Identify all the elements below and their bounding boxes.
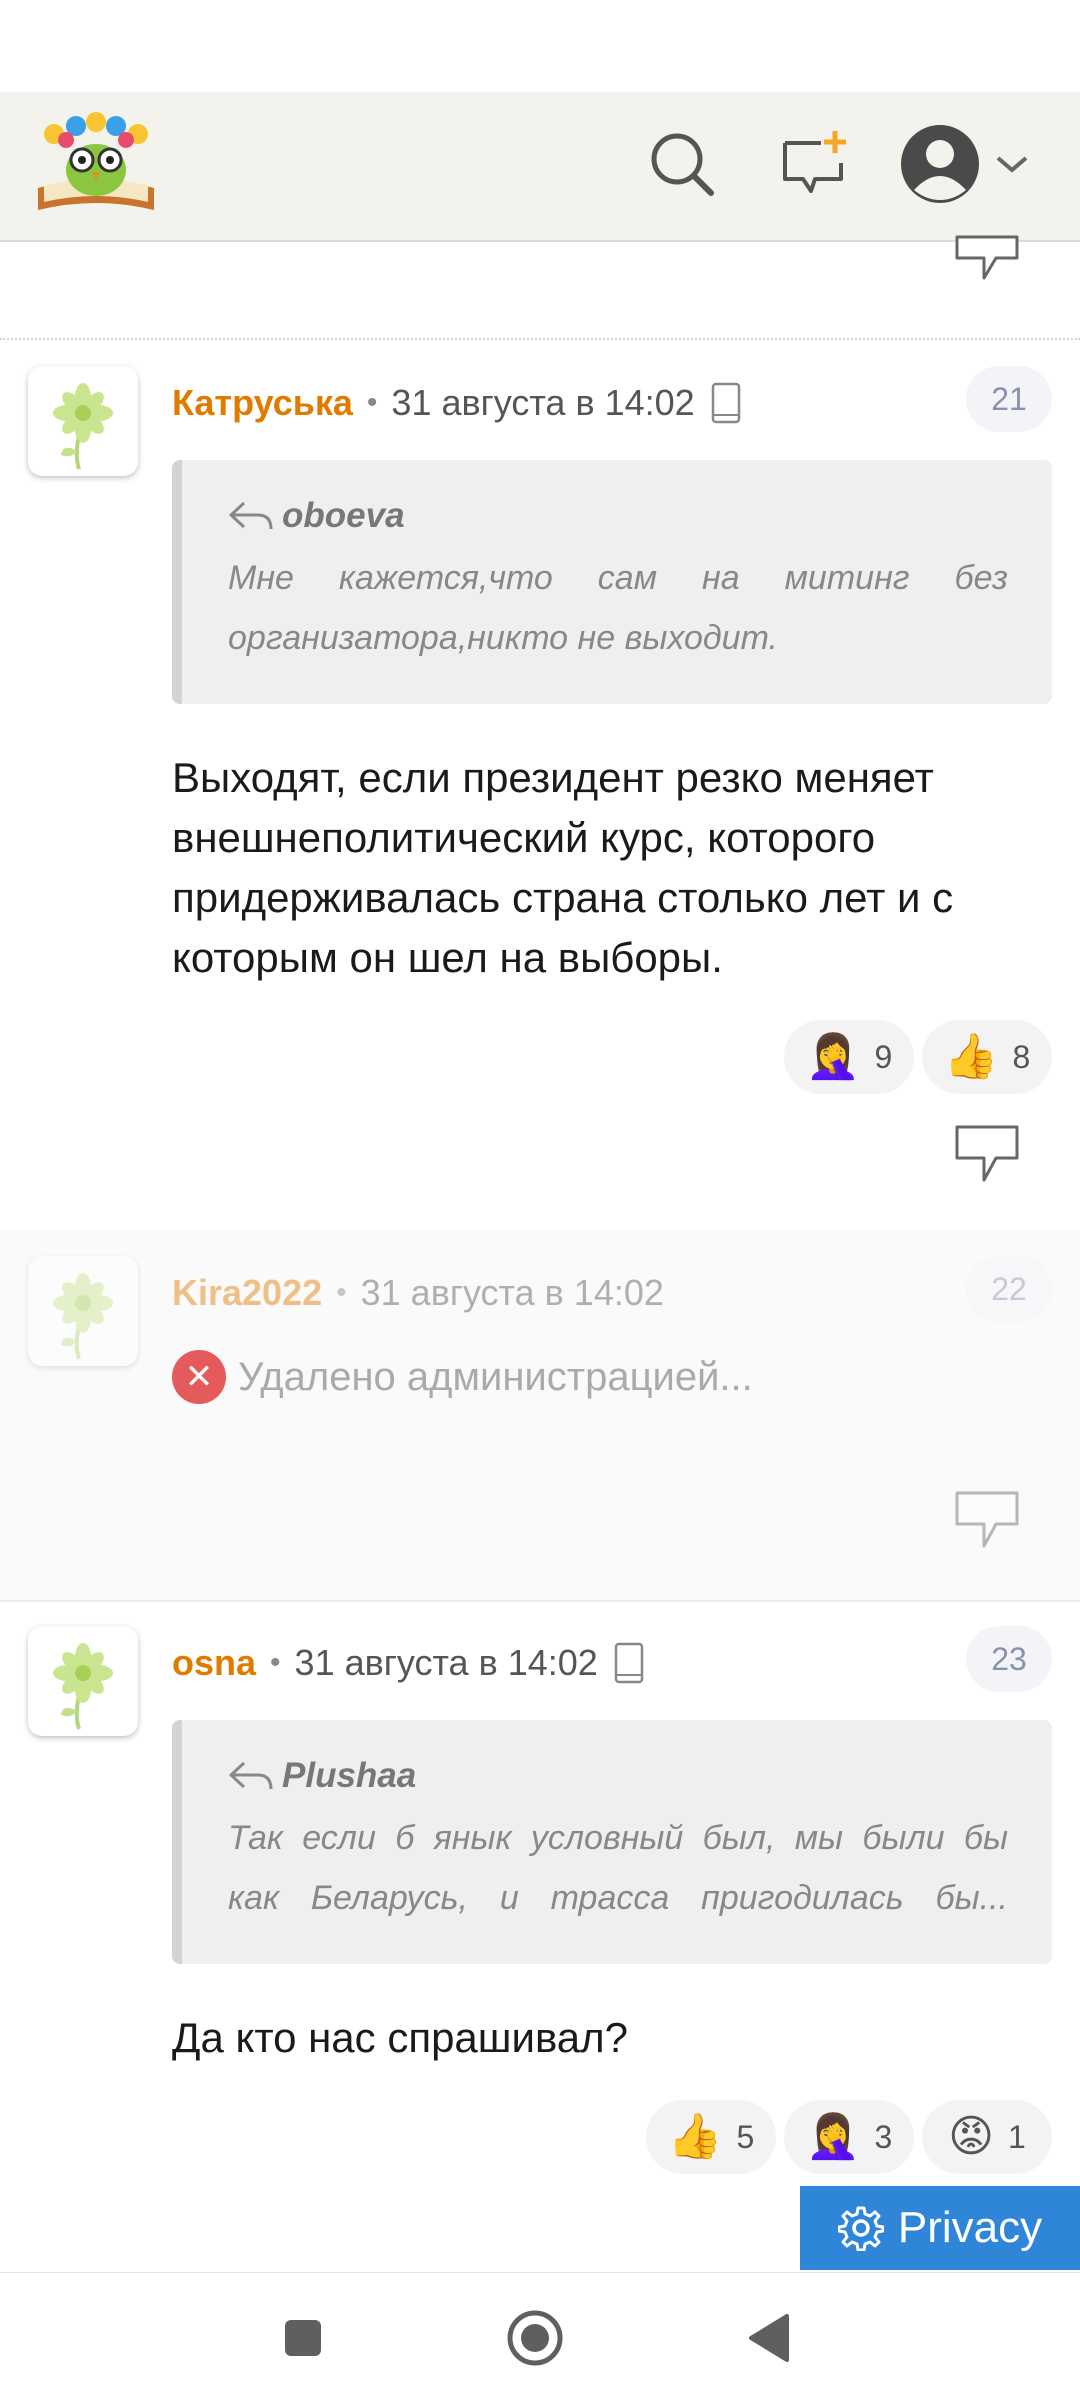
- comment-number[interactable]: 22: [966, 1256, 1052, 1322]
- chevron-down-icon: [996, 156, 1028, 173]
- quote-block: oboeva Мне кажется,что сам на митинг без…: [172, 460, 1052, 704]
- deleted-x-icon: ✕: [172, 1350, 226, 1404]
- quote-author: oboeva: [228, 496, 1008, 536]
- quote-author-name: Plushaa: [282, 1756, 417, 1795]
- body-line: внешнеполитический курс, которого: [172, 814, 876, 861]
- reaction-thumbs-up[interactable]: 👍 5: [646, 2100, 776, 2174]
- deleted-notice: ✕ Удалено администрацией...: [172, 1350, 753, 1404]
- body-line: которым он шел на выборы.: [172, 934, 723, 981]
- reaction-facepalm[interactable]: 🤦‍♀️ 9: [784, 1020, 914, 1094]
- reply-arrow-icon: [229, 1761, 273, 1790]
- mobile-device-icon: [614, 1642, 644, 1684]
- profile-menu-button[interactable]: [900, 118, 1050, 210]
- comment-meta: Катруська • 31 августа в 14:02: [172, 378, 741, 428]
- comment-date: 31 августа в 14:02: [294, 1642, 598, 1683]
- comment-body: Выходят, если президент резко меняет вне…: [172, 748, 1052, 988]
- comment-number[interactable]: 21: [966, 366, 1052, 432]
- facepalm-emoji-icon: 🤦‍♀️: [805, 1032, 861, 1081]
- reply-arrow-icon: [229, 501, 273, 530]
- new-topic-button[interactable]: [772, 122, 856, 206]
- author-name[interactable]: osna: [172, 1642, 256, 1684]
- quote-text-line: организатора,никто не выходит.: [228, 619, 778, 657]
- body-line: Выходят, если президент резко меняет: [172, 754, 934, 801]
- reaction-facepalm[interactable]: 🤦‍♀️ 3: [784, 2100, 914, 2174]
- thumbs-up-emoji-icon: 👍: [667, 2112, 723, 2161]
- separator-dot: •: [270, 1646, 281, 1679]
- status-bar: [0, 0, 1080, 92]
- site-header: [0, 92, 1080, 242]
- angry-face-emoji-icon: 😡: [948, 2112, 995, 2161]
- comment-meta: osna • 31 августа в 14:02: [172, 1638, 644, 1688]
- body-line: придерживалась страна столько лет и с: [172, 874, 954, 921]
- quote-author-name: oboeva: [282, 496, 405, 535]
- owl-reading-book-logo-icon: [38, 112, 154, 210]
- reaction-count: 8: [1012, 1038, 1031, 1075]
- triangle-back-icon: [749, 2314, 789, 2362]
- search-button[interactable]: [640, 122, 724, 206]
- privacy-label: Privacy: [897, 2203, 1043, 2252]
- flower-avatar-icon: [53, 1643, 113, 1730]
- quote-text-line: как Беларусь, и трасса пригодилась бы...: [228, 1879, 1008, 1917]
- author-name[interactable]: Катруська: [172, 382, 353, 424]
- reply-icon[interactable]: [954, 1490, 1020, 1550]
- author-name[interactable]: Kira2022: [172, 1272, 322, 1314]
- circle-icon: [507, 2310, 563, 2366]
- reaction-count: 3: [874, 2118, 893, 2155]
- comment-separator: [0, 1600, 1080, 1602]
- reaction-count: 9: [874, 1038, 893, 1075]
- mobile-device-icon: [711, 382, 741, 424]
- recents-button[interactable]: [268, 2303, 338, 2373]
- avatar[interactable]: [28, 1256, 138, 1366]
- avatar[interactable]: [28, 366, 138, 476]
- comment-date: 31 августа в 14:02: [391, 382, 695, 423]
- add-message-icon: [783, 131, 846, 193]
- back-button[interactable]: [734, 2303, 804, 2373]
- reaction-thumbs-up[interactable]: 👍 8: [922, 1020, 1052, 1094]
- body-line: Да кто нас спрашивал?: [172, 2014, 629, 2061]
- facepalm-emoji-icon: 🤦‍♀️: [805, 2112, 861, 2161]
- home-button[interactable]: [500, 2303, 570, 2373]
- flower-avatar-icon: [53, 383, 113, 470]
- reaction-count: 5: [736, 2118, 755, 2155]
- square-icon: [285, 2320, 321, 2356]
- comment-date: 31 августа в 14:02: [360, 1272, 664, 1313]
- thumbs-up-emoji-icon: 👍: [943, 1032, 999, 1081]
- flower-avatar-icon: [53, 1273, 113, 1360]
- user-avatar-icon: [901, 125, 979, 203]
- quote-text-line: Так если б янык условный был, мы были бы: [228, 1819, 1008, 1857]
- separator-dot: •: [336, 1276, 347, 1309]
- reaction-angry[interactable]: 😡 1: [922, 2100, 1052, 2174]
- quote-author: Plushaa: [228, 1756, 1008, 1796]
- reaction-count: 1: [1008, 2118, 1026, 2155]
- avatar[interactable]: [28, 1626, 138, 1736]
- search-icon: [651, 133, 714, 196]
- comment-body: Да кто нас спрашивал?: [172, 2008, 1052, 2068]
- system-navigation-bar: [0, 2272, 1080, 2401]
- quote-block: Plushaa Так если б янык условный был, мы…: [172, 1720, 1052, 1964]
- gear-icon: [837, 2206, 884, 2251]
- comment-separator: [0, 338, 1080, 340]
- privacy-button[interactable]: Privacy: [800, 2186, 1080, 2270]
- comment-number[interactable]: 23: [966, 1626, 1052, 1692]
- reply-icon[interactable]: [954, 1124, 1020, 1184]
- separator-dot: •: [366, 386, 378, 419]
- comment-meta: Kira2022 • 31 августа в 14:02: [172, 1268, 664, 1318]
- site-logo[interactable]: [34, 110, 158, 218]
- reply-icon[interactable]: [954, 234, 1020, 284]
- quote-text-line: Мне кажется,что сам на митинг без: [228, 559, 1008, 597]
- deleted-text: Удалено администрацией...: [238, 1354, 753, 1399]
